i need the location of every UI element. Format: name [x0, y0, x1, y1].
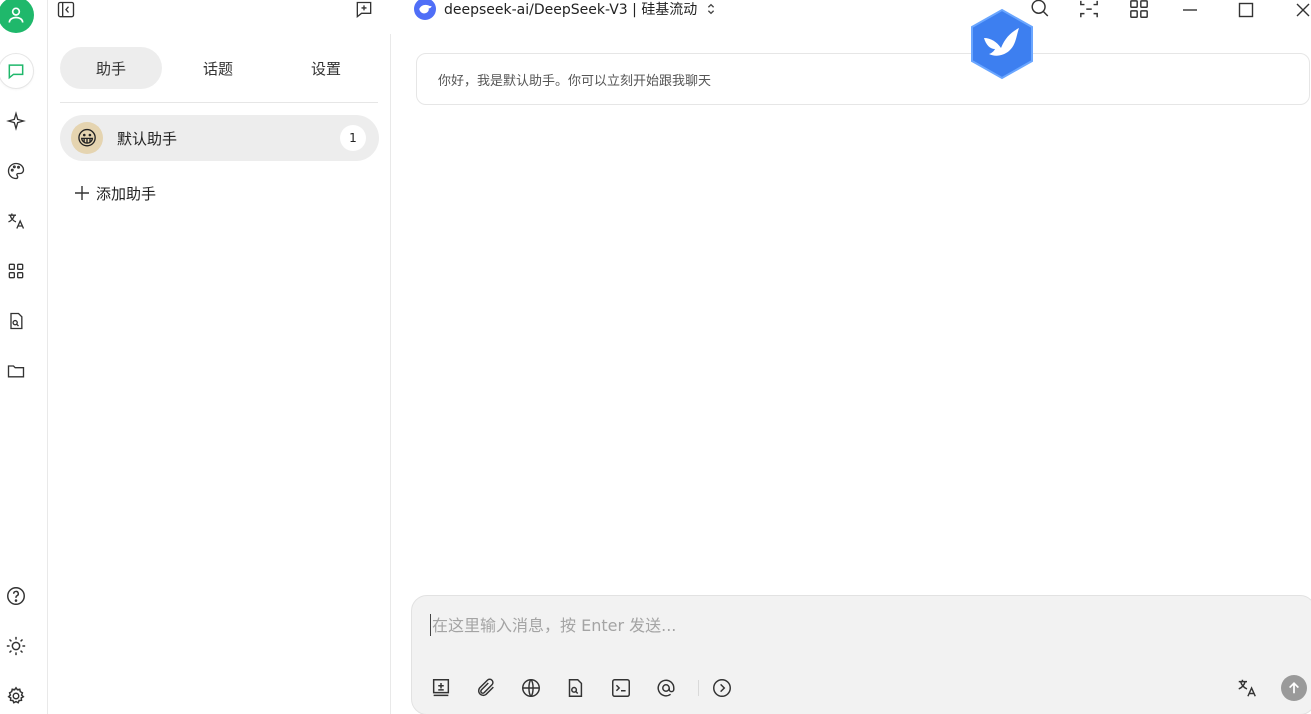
rail-files-search-button[interactable] [0, 303, 34, 339]
apps-icon [1130, 0, 1148, 18]
translate-icon [8, 213, 25, 229]
attach-button[interactable] [474, 676, 498, 700]
assistant-name: 默认助手 [117, 129, 178, 148]
new-topic-icon [432, 679, 450, 697]
palette-icon [7, 162, 25, 180]
topic-count-badge: 1 [340, 125, 366, 151]
left-rail [0, 0, 48, 714]
new-topic-icon [356, 1, 372, 19]
maximize-button[interactable] [1234, 0, 1258, 20]
terminal-icon [612, 679, 630, 697]
sidebar-toggle-button[interactable] [54, 0, 78, 20]
rail-help-button[interactable] [0, 578, 34, 614]
user-icon [8, 7, 24, 23]
theme-icon [6, 636, 26, 656]
paperclip-icon [477, 678, 494, 697]
file-search-icon [568, 679, 583, 697]
rail-apps-button[interactable] [0, 253, 34, 289]
plus-icon [75, 186, 89, 200]
file-search-icon [10, 312, 23, 330]
folder-icon [7, 365, 25, 378]
help-icon [7, 587, 25, 605]
assistant-emoji: 😀 [71, 122, 103, 154]
fullscreen-button[interactable] [1077, 0, 1101, 20]
sparkle-icon [6, 111, 26, 131]
chat-icon [8, 64, 24, 80]
send-button[interactable] [1281, 675, 1307, 701]
new-topic-button[interactable] [352, 0, 376, 20]
chat-area: 你好，我是默认助手。你可以立刻开始跟我聊天 [391, 8, 1311, 714]
chevron-right-circle-icon [713, 679, 731, 697]
greeting-message: 你好，我是默认助手。你可以立刻开始跟我聊天 [416, 53, 1310, 105]
globe-icon [522, 679, 540, 697]
minimize-button[interactable] [1178, 0, 1202, 20]
translate-input-button[interactable] [1235, 676, 1259, 700]
mention-model-button[interactable] [654, 676, 678, 700]
apps-icon [8, 263, 24, 279]
at-sign-icon [657, 679, 675, 697]
floating-bird-logo-icon[interactable] [969, 8, 1035, 80]
launchpad-button[interactable] [1127, 0, 1151, 20]
tab-assistants[interactable]: 助手 [60, 47, 162, 89]
settings-icon [7, 686, 25, 704]
tabs-divider [60, 102, 378, 103]
web-search-button[interactable] [519, 676, 543, 700]
close-icon [1296, 3, 1310, 17]
model-name: deepseek-ai/DeepSeek-V3 | 硅基流动 [444, 2, 698, 18]
close-button[interactable] [1291, 0, 1311, 20]
mcp-tools-button[interactable] [609, 676, 633, 700]
add-assistant-button[interactable]: 添加助手 [74, 182, 156, 204]
maximize-icon [1238, 2, 1254, 18]
expand-button[interactable] [710, 676, 734, 700]
rail-translate-button[interactable] [0, 203, 34, 239]
knowledge-base-button[interactable] [563, 676, 587, 700]
user-avatar[interactable] [0, 0, 34, 33]
rail-paint-button[interactable] [0, 153, 34, 189]
translate-icon [1238, 679, 1256, 697]
assistant-item-default[interactable]: 😀 默认助手 1 [60, 115, 379, 161]
deepseek-logo-icon [414, 0, 436, 20]
model-selector[interactable]: deepseek-ai/DeepSeek-V3 | 硅基流动 [414, 0, 717, 20]
rail-theme-button[interactable] [0, 628, 34, 664]
tab-settings[interactable]: 设置 [275, 47, 377, 89]
sidebar-toggle-icon [57, 1, 75, 18]
toolbar-divider [698, 680, 699, 696]
arrow-up-icon [1289, 681, 1299, 694]
add-assistant-label: 添加助手 [96, 184, 157, 203]
message-composer [411, 595, 1311, 714]
rail-settings-button[interactable] [0, 678, 34, 714]
new-topic-tool-button[interactable] [429, 676, 453, 700]
assistants-panel: 助手 话题 设置 😀 默认助手 1 添加助手 [48, 34, 391, 714]
chevron-updown-icon [708, 3, 715, 15]
rail-chat-button[interactable] [0, 53, 34, 89]
panel-tabs: 助手 话题 设置 [60, 47, 378, 89]
fullscreen-icon [1080, 0, 1098, 18]
top-bar: deepseek-ai/DeepSeek-V3 | 硅基流动 [48, 0, 1311, 34]
message-input[interactable] [430, 614, 1290, 636]
minimize-icon [1183, 9, 1197, 11]
tab-topics[interactable]: 话题 [167, 47, 269, 89]
rail-folder-button[interactable] [0, 353, 34, 389]
app-window: deepseek-ai/DeepSeek-V3 | 硅基流动 助手 话题 设置 [0, 0, 1311, 714]
rail-agents-button[interactable] [0, 103, 34, 139]
